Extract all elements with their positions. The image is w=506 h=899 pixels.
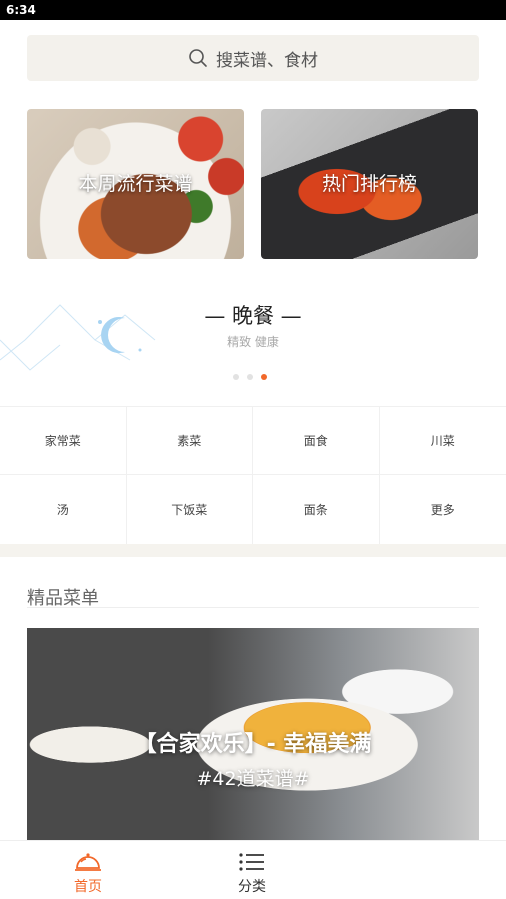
- category-item[interactable]: 面条: [253, 475, 380, 545]
- category-item-more[interactable]: 更多: [379, 475, 506, 545]
- section-divider: [0, 544, 506, 557]
- carousel-dot-active[interactable]: [261, 374, 267, 380]
- banner-weekly-popular[interactable]: 本周流行菜谱: [27, 109, 244, 259]
- category-item[interactable]: 面食: [253, 407, 380, 475]
- carousel-dot[interactable]: [247, 374, 253, 380]
- status-time: 6:34: [6, 3, 36, 17]
- search-icon: [189, 49, 207, 67]
- category-item[interactable]: 下饭菜: [126, 475, 253, 545]
- banner-hot-ranking[interactable]: 热门排行榜: [261, 109, 478, 259]
- cloche-icon: [75, 853, 101, 871]
- featured-title: 【合家欢乐】- 幸福美满: [134, 732, 372, 757]
- category-item[interactable]: 家常菜: [0, 407, 127, 475]
- tab-category[interactable]: 分类: [212, 851, 292, 896]
- tab-home[interactable]: 首页: [48, 851, 128, 896]
- featured-subtitle: #42道菜谱#: [196, 768, 310, 790]
- carousel-dots: [233, 374, 267, 380]
- banner-title: 本周流行菜谱: [78, 173, 193, 195]
- list-icon: [239, 853, 264, 871]
- category-item[interactable]: 汤: [0, 475, 127, 545]
- section-underline: [27, 607, 479, 608]
- category-item[interactable]: 川菜: [379, 407, 506, 475]
- tab-home-label: 首页: [74, 879, 102, 895]
- search-placeholder: 搜菜谱、食材: [216, 50, 318, 71]
- meal-subtitle: 精致 健康: [227, 335, 279, 349]
- status-bar: 6:34: [0, 0, 506, 20]
- banner-title: 热门排行榜: [321, 173, 417, 195]
- meal-carousel[interactable]: — 晚餐 — 精致 健康: [0, 270, 506, 400]
- category-item[interactable]: 素菜: [126, 407, 253, 475]
- bottom-tab-bar: 首页 分类: [0, 840, 506, 899]
- carousel-dot[interactable]: [233, 374, 239, 380]
- meal-heading: — 晚餐 —: [204, 304, 302, 328]
- tab-category-label: 分类: [238, 879, 266, 895]
- category-grid: 家常菜 素菜 面食 川菜 汤 下饭菜 面条 更多: [0, 406, 506, 545]
- search-bar[interactable]: 搜菜谱、食材: [27, 35, 479, 81]
- featured-menu-card[interactable]: 【合家欢乐】- 幸福美满 #42道菜谱#: [27, 628, 479, 840]
